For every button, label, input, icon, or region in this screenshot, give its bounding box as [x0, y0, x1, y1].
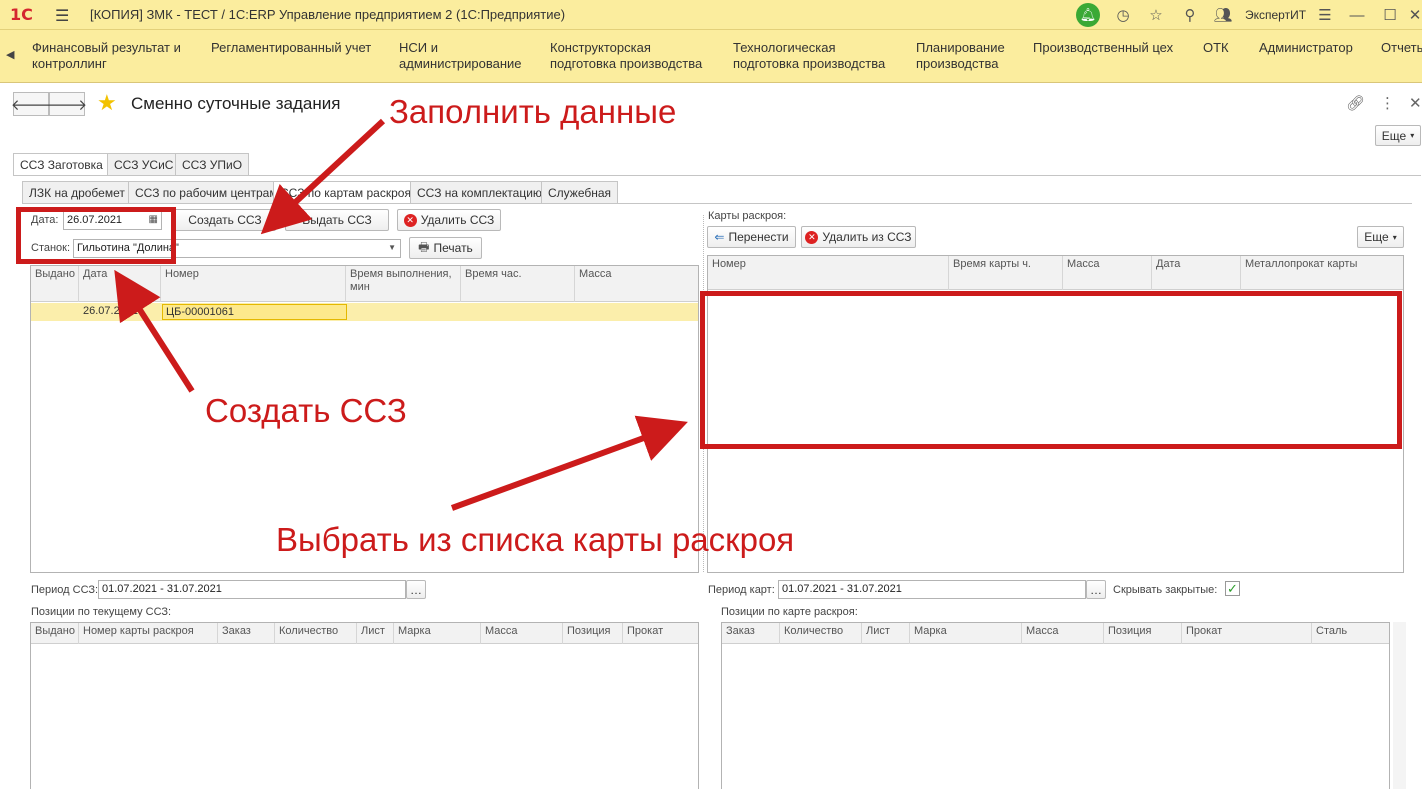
arrow-create [114, 269, 195, 393]
arrow-fill-data [260, 118, 386, 235]
annotation-arrows [114, 118, 688, 511]
arrow-select [450, 415, 688, 511]
